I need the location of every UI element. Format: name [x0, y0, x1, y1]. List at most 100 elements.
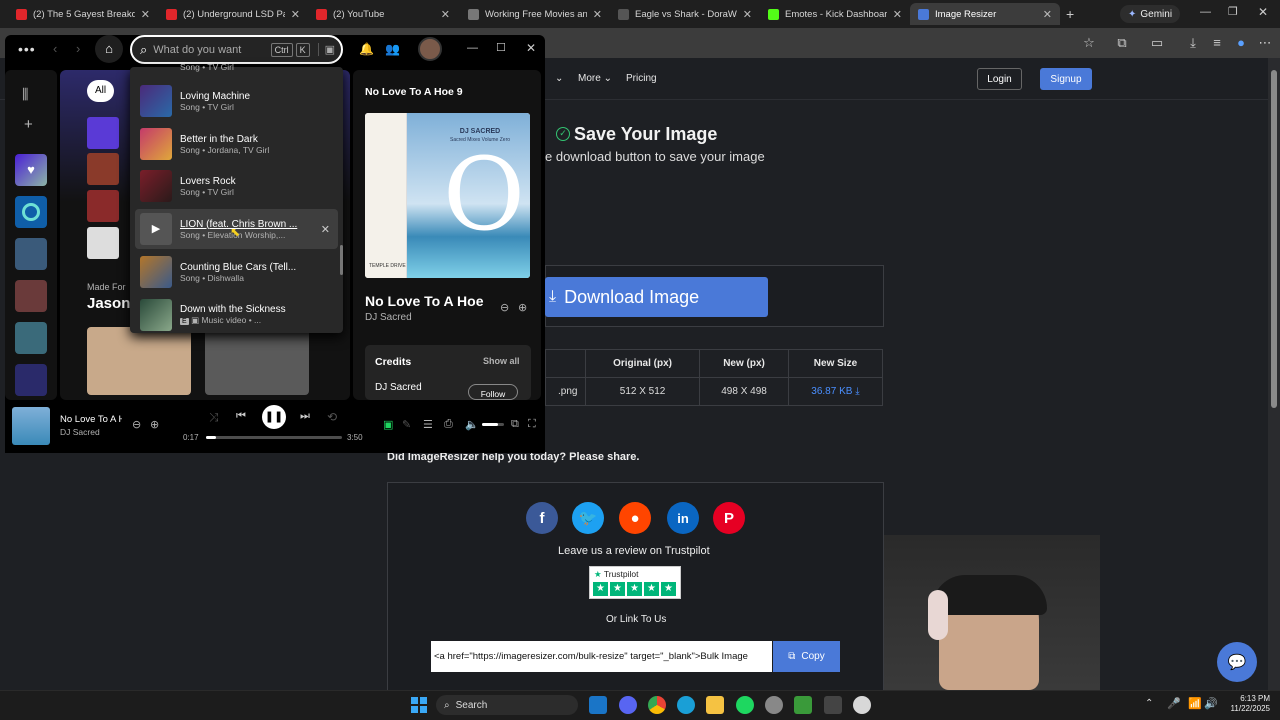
browse-icon[interactable]: ▣: [317, 43, 341, 56]
remove-from-library-icon[interactable]: ⊖: [500, 301, 509, 314]
now-playing-artist[interactable]: DJ Sacred: [365, 312, 412, 323]
grid-tile[interactable]: [87, 153, 119, 185]
play-icon[interactable]: ▶: [140, 213, 172, 245]
close-icon[interactable]: ✕: [1043, 8, 1052, 21]
pause-button[interactable]: ❚❚: [262, 405, 286, 429]
nav-chevron[interactable]: ⌄: [555, 73, 563, 84]
spotify-minimize[interactable]: —: [467, 42, 478, 54]
liked-songs-tile[interactable]: ♥: [15, 154, 47, 186]
previous-icon[interactable]: ⏮: [236, 410, 246, 423]
search-result-row[interactable]: Loving Machine Song • TV Girl: [135, 81, 340, 121]
mic-icon[interactable]: 🎤: [1167, 697, 1181, 710]
search-result-row[interactable]: Better in the Dark Song • Jordana, TV Gir…: [135, 124, 340, 164]
bell-icon[interactable]: 🔔: [359, 42, 374, 56]
playlist-tile[interactable]: [15, 238, 47, 270]
close-icon[interactable]: ✕: [743, 8, 752, 21]
app-icon-2[interactable]: [853, 696, 871, 714]
close-icon[interactable]: ✕: [593, 8, 602, 21]
tab-6[interactable]: Emotes - Kick Dashboard ✕: [760, 3, 910, 25]
friends-icon[interactable]: 👥: [385, 42, 400, 56]
maximize-button[interactable]: ❐: [1228, 5, 1238, 18]
player-artist[interactable]: DJ Sacred: [60, 427, 100, 437]
reading-list-icon[interactable]: ≡: [1208, 34, 1226, 52]
back-arrow-icon[interactable]: ‹: [53, 41, 57, 56]
playlist-tile[interactable]: [15, 280, 47, 312]
reddit-icon[interactable]: ●: [619, 502, 651, 534]
nav-pricing[interactable]: Pricing: [626, 73, 657, 84]
now-playing-title[interactable]: No Love To A Hoe: [365, 293, 483, 309]
chat-widget-button[interactable]: 💬: [1217, 642, 1257, 682]
queue-icon[interactable]: ☰: [423, 418, 433, 431]
tab-3[interactable]: (2) YouTube ✕: [308, 3, 458, 25]
cell-size-link[interactable]: 36.87 KB ⤓: [787, 377, 884, 406]
app-icon[interactable]: [824, 696, 842, 714]
now-playing-view-icon[interactable]: ▣: [383, 418, 393, 431]
wifi-icon[interactable]: 📶: [1188, 697, 1202, 710]
next-icon[interactable]: ⏭: [300, 410, 310, 423]
windows-start-icon[interactable]: [411, 697, 427, 713]
search-result-row[interactable]: Down with the Sickness E ▣ Music video • …: [135, 295, 340, 335]
minecraft-icon[interactable]: [794, 696, 812, 714]
review-text[interactable]: Leave us a review on Trustpilot: [558, 545, 710, 557]
show-all-link[interactable]: Show all: [483, 356, 520, 366]
spotify-icon[interactable]: [736, 696, 754, 714]
library-icon[interactable]: ⫼: [22, 86, 28, 103]
grid-tile[interactable]: [87, 117, 119, 149]
grid-tile[interactable]: [87, 190, 119, 222]
extensions-icon[interactable]: ⧉: [1113, 34, 1131, 52]
mix-card[interactable]: [205, 327, 309, 395]
download-button[interactable]: ⤓ Download Image: [545, 277, 768, 317]
shuffle-icon[interactable]: ⤨: [209, 410, 219, 425]
player-album-art[interactable]: [12, 407, 50, 445]
fullscreen-icon[interactable]: ⛶: [528, 418, 536, 431]
volume-icon[interactable]: 🔈: [465, 418, 479, 431]
taskbar-search[interactable]: ⌕ Search: [436, 695, 578, 715]
avatar[interactable]: [418, 37, 442, 61]
linkedin-icon[interactable]: in: [667, 502, 699, 534]
page-scrollbar-thumb[interactable]: [1271, 70, 1277, 408]
pinterest-icon[interactable]: P: [713, 502, 745, 534]
search-result-row[interactable]: Lovers Rock Song • TV Girl: [135, 166, 340, 206]
tab-2[interactable]: (2) Underground LSD Palace✕: [158, 3, 308, 25]
dropdown-scrollbar[interactable]: [340, 245, 343, 275]
discord-icon[interactable]: [619, 696, 637, 714]
playlist-tile[interactable]: [15, 322, 47, 354]
download-icon[interactable]: ⤓: [1184, 34, 1202, 52]
tab-4[interactable]: Working Free Movies and TV✕: [460, 3, 610, 25]
progress-track[interactable]: [206, 436, 342, 439]
close-icon[interactable]: ✕: [291, 8, 300, 21]
home-icon[interactable]: ⌂: [95, 35, 123, 63]
signup-button[interactable]: Signup: [1040, 68, 1092, 90]
facebook-icon[interactable]: f: [526, 502, 558, 534]
twitter-icon[interactable]: 🐦: [572, 502, 604, 534]
chrome-icon[interactable]: [648, 696, 666, 714]
tab-image-resizer[interactable]: Image Resizer ✕: [910, 3, 1060, 25]
embed-code-field[interactable]: <a href="https://imageresizer.com/bulk-r…: [431, 641, 772, 672]
remove-icon[interactable]: ⊖: [132, 418, 141, 431]
search-result-row[interactable]: Counting Blue Cars (Tell... Song • Dishwa…: [135, 252, 340, 292]
window-close-button[interactable]: ✕: [1258, 5, 1268, 19]
bookmark-star-icon[interactable]: ☆: [1080, 34, 1098, 52]
login-button[interactable]: Login: [977, 68, 1022, 90]
gemini-button[interactable]: ✦ Gemini: [1120, 5, 1181, 23]
tab-1[interactable]: (2) The 5 Gayest Breakdowns✕: [8, 3, 158, 25]
forward-arrow-icon[interactable]: ›: [76, 41, 80, 56]
menu-icon[interactable]: ⋯: [1256, 34, 1274, 52]
tab-5[interactable]: Eagle vs Shark - DoraWatch✕: [610, 3, 760, 25]
spotify-search-box[interactable]: ⌕ What do you want Ctrl K ▣: [130, 35, 343, 64]
add-icon[interactable]: +: [24, 116, 33, 133]
nav-more[interactable]: More ⌄: [578, 73, 612, 84]
chevron-up-icon[interactable]: ⌃: [1145, 698, 1153, 709]
repeat-icon[interactable]: ⟲: [327, 410, 337, 424]
playlist-tile[interactable]: [15, 364, 47, 396]
edge-icon[interactable]: [677, 696, 695, 714]
lyrics-icon[interactable]: ✎: [402, 418, 411, 431]
follow-button[interactable]: Follow: [468, 384, 518, 400]
volume-slider[interactable]: [482, 423, 504, 426]
trustpilot-badge[interactable]: ★ Trustpilot ★ ★ ★ ★ ★: [589, 566, 681, 599]
file-explorer-icon[interactable]: [706, 696, 724, 714]
clock[interactable]: 6:13 PM 11/22/2025: [1222, 694, 1270, 714]
miniplayer-icon[interactable]: ⧉: [511, 418, 519, 431]
split-view-icon[interactable]: ▭: [1148, 34, 1166, 52]
spotify-maximize[interactable]: ☐: [496, 41, 506, 54]
